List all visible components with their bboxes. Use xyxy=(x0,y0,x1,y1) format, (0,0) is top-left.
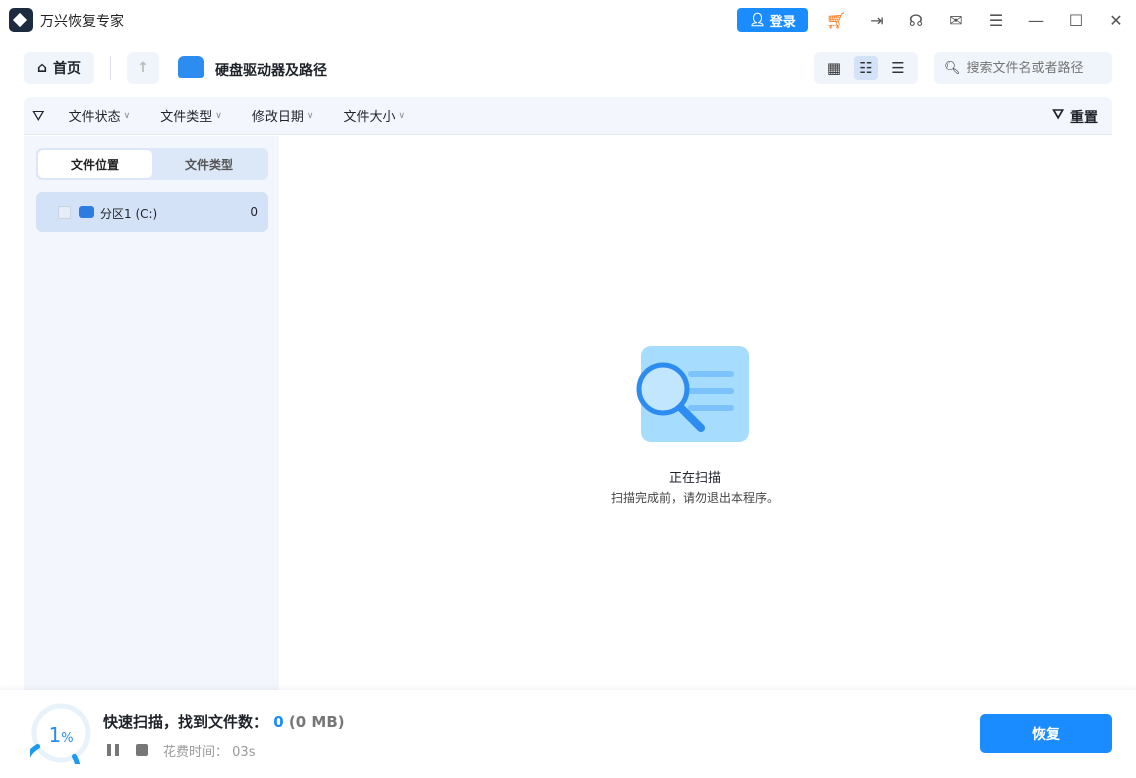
found-count: 0 xyxy=(273,713,284,731)
search-icon: 🔍︎ xyxy=(944,60,961,76)
login-button[interactable]: 👤︎ 登录 xyxy=(737,8,808,32)
menu-icon[interactable]: ☰ xyxy=(985,9,1007,31)
breadcrumb: 硬盘驱动器及路径 xyxy=(215,63,327,79)
scanning-illustration xyxy=(636,346,749,442)
chevron-down-icon: ∨ xyxy=(123,110,131,121)
search-box: 🔍︎ xyxy=(934,52,1112,84)
drive-icon xyxy=(79,206,94,218)
partition-label: 分区1 (C:) xyxy=(100,207,158,221)
partition-count: 0 xyxy=(250,205,258,219)
home-button[interactable]: ⌂ 首页 xyxy=(24,52,94,84)
app-logo xyxy=(9,8,33,32)
partition-checkbox[interactable] xyxy=(58,206,71,219)
view-switcher: ▦ ☷ ☰ xyxy=(814,52,918,84)
filter-modified-date[interactable]: 修改日期 ∨ xyxy=(252,106,314,125)
chevron-down-icon: ∨ xyxy=(398,110,406,121)
sidebar: 文件位置 文件类型 分区1 (C:) 0 xyxy=(24,136,279,690)
mail-icon[interactable]: ✉ xyxy=(945,9,967,31)
filter-bar: ⛛ 文件状态 ∨ 文件类型 ∨ 修改日期 ∨ 文件大小 ∨ ⛛ 重置 xyxy=(24,97,1112,135)
maximize-icon[interactable]: ☐ xyxy=(1065,9,1087,31)
arrow-up-icon: ↑ xyxy=(137,60,149,76)
scan-status-panel: 正在扫描 扫描完成前，请勿退出本程序。 xyxy=(278,136,1112,690)
filter-icon: ⛛ xyxy=(32,106,45,125)
scan-footer: 1% 快速扫描，找到文件数： 0 (0 MB) 花费时间： 03s 恢复 xyxy=(0,690,1136,778)
filter-label: 文件大小 xyxy=(343,110,396,125)
filter-label: 文件类型 xyxy=(160,110,213,125)
found-size: (0 MB) xyxy=(288,713,345,731)
chevron-down-icon: ∨ xyxy=(306,110,314,121)
filter-file-type[interactable]: 文件类型 ∨ xyxy=(160,106,222,125)
partition-item[interactable]: 分区1 (C:) 0 xyxy=(36,192,268,232)
grid-view-icon[interactable]: ▦ xyxy=(822,56,846,80)
elapsed-time: 花费时间： 03s xyxy=(163,745,256,760)
user-icon: 👤︎ xyxy=(749,12,766,28)
scan-status-title: 正在扫描 xyxy=(668,471,721,486)
drive-icon xyxy=(178,56,204,78)
reset-button[interactable]: ⛛ 重置 xyxy=(1052,107,1098,127)
home-icon: ⌂ xyxy=(36,60,48,76)
tab-file-type[interactable]: 文件类型 xyxy=(152,150,266,178)
scan-status-hint: 扫描完成前，请勿退出本程序。 xyxy=(610,491,779,505)
filter-label: 修改日期 xyxy=(251,110,304,125)
filter-file-size[interactable]: 文件大小 ∨ xyxy=(343,106,405,125)
scan-summary: 快速扫描，找到文件数： 0 (0 MB) xyxy=(103,713,345,731)
progress-percent: 1% xyxy=(48,723,74,747)
login-label: 登录 xyxy=(769,14,796,30)
chevron-down-icon: ∨ xyxy=(215,110,222,121)
up-button[interactable]: ↑ xyxy=(127,52,159,84)
app-title: 万兴恢复专家 xyxy=(40,14,124,30)
minimize-icon[interactable]: — xyxy=(1025,9,1047,31)
headset-icon[interactable]: ☊ xyxy=(905,9,927,31)
tab-file-location[interactable]: 文件位置 xyxy=(38,150,152,178)
export-icon[interactable]: ⇥ xyxy=(866,9,888,31)
divider xyxy=(110,56,111,80)
sidebar-tabs: 文件位置 文件类型 xyxy=(36,148,268,180)
close-icon[interactable]: ✕ xyxy=(1105,9,1127,31)
search-input[interactable] xyxy=(966,60,1107,76)
stop-icon[interactable] xyxy=(136,744,148,756)
cart-icon[interactable]: 🛒︎ xyxy=(825,9,847,31)
clear-filter-icon: ⛛ xyxy=(1052,107,1064,123)
detail-view-icon[interactable]: ☷ xyxy=(854,56,878,80)
title-bar: 万兴恢复专家 👤︎ 登录 🛒︎ ⇥ ☊ ✉ ☰ — ☐ ✕ xyxy=(0,0,1136,40)
list-view-icon[interactable]: ☰ xyxy=(886,56,910,80)
filter-label: 文件状态 xyxy=(68,110,121,125)
reset-label: 重置 xyxy=(1070,110,1098,126)
filter-file-status[interactable]: 文件状态 ∨ xyxy=(69,106,131,125)
home-label: 首页 xyxy=(53,61,82,77)
pause-icon[interactable] xyxy=(107,744,119,756)
recover-button[interactable]: 恢复 xyxy=(980,714,1112,753)
